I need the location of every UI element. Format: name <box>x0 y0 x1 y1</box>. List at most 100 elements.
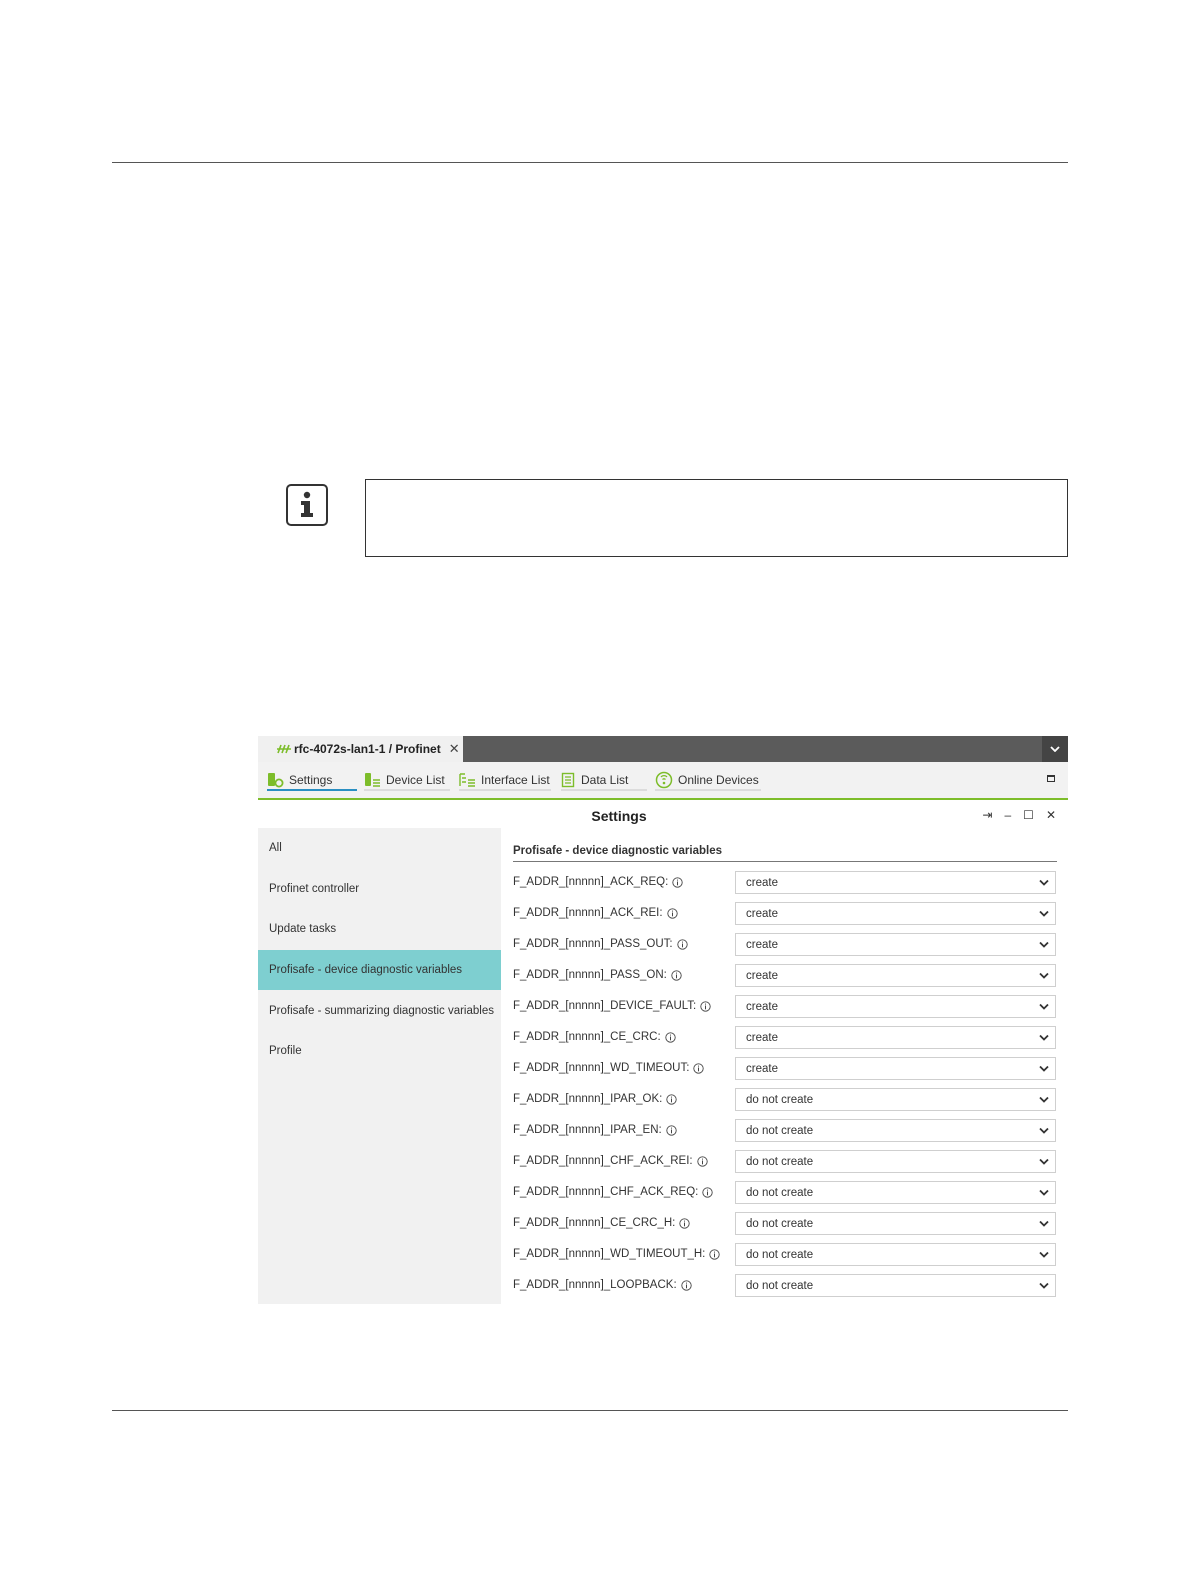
setting-select[interactable]: create <box>735 902 1056 925</box>
chevron-down-icon <box>1039 941 1049 948</box>
header-rule <box>112 162 1068 163</box>
setting-select-value: create <box>746 1062 778 1075</box>
setting-select[interactable]: create <box>735 871 1056 894</box>
info-circle-icon[interactable] <box>700 1000 711 1012</box>
setting-label-text: F_ADDR_[nnnnn]_PASS_ON: <box>513 969 667 981</box>
tab-settings[interactable]: Settings <box>267 771 357 791</box>
info-circle-icon[interactable] <box>666 1124 677 1136</box>
pin-icon[interactable]: ⇥ <box>982 808 992 822</box>
setting-select[interactable]: create <box>735 964 1056 987</box>
setting-label: F_ADDR_[nnnnn]_DEVICE_FAULT: <box>513 1000 711 1012</box>
sidebar-item-update-tasks[interactable]: Update tasks <box>258 909 501 950</box>
setting-select[interactable]: do not create <box>735 1088 1056 1111</box>
setting-label-text: F_ADDR_[nnnnn]_IPAR_OK: <box>513 1093 663 1105</box>
setting-label: F_ADDR_[nnnnn]_PASS_OUT: <box>513 938 688 950</box>
chevron-down-icon <box>1039 1003 1049 1010</box>
setting-select[interactable]: create <box>735 1026 1056 1049</box>
chevron-down-icon <box>1039 1065 1049 1072</box>
setting-label: F_ADDR_[nnnnn]_CE_CRC_H: <box>513 1217 691 1229</box>
tab-interface-list[interactable]: Interface List <box>459 771 551 791</box>
setting-label-text: F_ADDR_[nnnnn]_WD_TIMEOUT_H: <box>513 1248 706 1260</box>
chevron-down-icon <box>1039 1282 1049 1289</box>
setting-select-value: do not create <box>746 1186 814 1199</box>
sidebar-item-profisafe-device-diagnostic[interactable]: Profisafe - device diagnostic variables <box>258 949 501 991</box>
setting-select[interactable]: create <box>735 933 1056 956</box>
chevron-down-icon <box>1039 910 1049 917</box>
setting-select-value: create <box>746 876 778 889</box>
setting-select-value: do not create <box>746 1093 814 1106</box>
app-window: rfc-4072s-lan1-1 / Profinet ✕ Settings D… <box>258 736 1068 1304</box>
setting-select[interactable]: do not create <box>735 1243 1056 1266</box>
setting-label: F_ADDR_[nnnnn]_LOOPBACK: <box>513 1279 692 1291</box>
info-circle-icon[interactable] <box>666 1093 678 1105</box>
info-circle-icon[interactable] <box>672 876 683 888</box>
info-circle-icon[interactable] <box>680 1279 692 1291</box>
info-circle-icon[interactable] <box>679 1217 691 1229</box>
info-circle-icon[interactable] <box>702 1186 714 1198</box>
section-title: Profisafe - device diagnostic variables <box>513 845 1057 862</box>
tab-data-list[interactable]: Data List <box>561 771 647 791</box>
setting-select[interactable]: do not create <box>735 1274 1056 1297</box>
setting-select-value: do not create <box>746 1155 814 1168</box>
setting-select[interactable]: do not create <box>735 1150 1056 1173</box>
online-devices-icon <box>655 771 673 788</box>
sidebar-item-profisafe-summarizing-diagnostic[interactable]: Profisafe - summarizing diagnostic varia… <box>258 990 501 1031</box>
data-list-icon <box>561 772 575 787</box>
info-circle-icon[interactable] <box>709 1248 721 1260</box>
document-tab[interactable]: rfc-4072s-lan1-1 / Profinet ✕ <box>258 736 463 762</box>
restore-icon[interactable]: ☐ <box>1023 808 1034 822</box>
sidebar-item-all[interactable]: All <box>258 828 501 869</box>
tab-device-list[interactable]: Device List <box>364 771 450 791</box>
setting-row: F_ADDR_[nnnnn]_WD_TIMEOUT: create <box>513 1057 1057 1081</box>
setting-row: F_ADDR_[nnnnn]_IPAR_EN: do not create <box>513 1119 1057 1143</box>
setting-label: F_ADDR_[nnnnn]_ACK_REI: <box>513 907 678 919</box>
chevron-down-icon <box>1039 1158 1049 1165</box>
setting-label-text: F_ADDR_[nnnnn]_CHF_ACK_REI: <box>513 1155 693 1167</box>
minimize-icon[interactable]: – <box>1004 808 1011 822</box>
setting-row: F_ADDR_[nnnnn]_DEVICE_FAULT: create <box>513 995 1057 1019</box>
setting-label-text: F_ADDR_[nnnnn]_ACK_REI: <box>513 907 663 919</box>
setting-row: F_ADDR_[nnnnn]_CHF_ACK_REI: do not create <box>513 1150 1057 1174</box>
chevron-down-icon <box>1039 1251 1049 1258</box>
setting-label-text: F_ADDR_[nnnnn]_CHF_ACK_REQ: <box>513 1186 699 1198</box>
setting-select[interactable]: do not create <box>735 1181 1056 1204</box>
chevron-down-icon <box>1039 1096 1049 1103</box>
setting-row: F_ADDR_[nnnnn]_LOOPBACK: do not create <box>513 1274 1057 1298</box>
footer-rule <box>112 1410 1068 1411</box>
sidebar-item-profinet-controller[interactable]: Profinet controller <box>258 869 501 910</box>
setting-row: F_ADDR_[nnnnn]_ACK_REQ: create <box>513 871 1057 895</box>
close-icon[interactable]: ✕ <box>1046 808 1056 822</box>
setting-select[interactable]: create <box>735 1057 1056 1080</box>
info-circle-icon[interactable] <box>676 938 688 950</box>
setting-row: F_ADDR_[nnnnn]_WD_TIMEOUT_H: do not creat… <box>513 1243 1057 1267</box>
setting-row: F_ADDR_[nnnnn]_PASS_ON: create <box>513 964 1057 988</box>
info-circle-icon[interactable] <box>665 1031 676 1043</box>
tab-device-list-label: Device List <box>386 772 445 787</box>
info-circle-icon[interactable] <box>671 969 682 981</box>
setting-select-value: create <box>746 1031 778 1044</box>
setting-select[interactable]: do not create <box>735 1212 1056 1235</box>
info-circle-icon[interactable] <box>696 1155 708 1167</box>
setting-label-text: F_ADDR_[nnnnn]_IPAR_EN: <box>513 1124 662 1136</box>
chevron-down-icon[interactable] <box>1042 736 1068 762</box>
info-circle-icon[interactable] <box>693 1062 705 1074</box>
info-circle-icon[interactable] <box>666 907 678 919</box>
setting-row: F_ADDR_[nnnnn]_IPAR_OK: do not create <box>513 1088 1057 1112</box>
interface-list-icon <box>459 772 475 787</box>
setting-label-text: F_ADDR_[nnnnn]_WD_TIMEOUT: <box>513 1062 690 1074</box>
settings-icon <box>268 772 284 787</box>
maximize-icon[interactable] <box>1047 775 1055 782</box>
tab-interface-list-label: Interface List <box>481 772 550 787</box>
panel-header: Settings ⇥ – ☐ ✕ <box>258 802 1068 828</box>
close-icon[interactable]: ✕ <box>449 741 460 757</box>
setting-label: F_ADDR_[nnnnn]_PASS_ON: <box>513 969 682 981</box>
panel-window-controls: ⇥ – ☐ ✕ <box>982 808 1056 822</box>
setting-select[interactable]: do not create <box>735 1119 1056 1142</box>
setting-select[interactable]: create <box>735 995 1056 1018</box>
setting-label: F_ADDR_[nnnnn]_IPAR_EN: <box>513 1124 677 1136</box>
document-tab-title: rfc-4072s-lan1-1 / Profinet <box>294 742 441 756</box>
tab-online-devices[interactable]: Online Devices <box>655 771 761 791</box>
setting-row: F_ADDR_[nnnnn]_ACK_REI: create <box>513 902 1057 926</box>
sidebar-item-profile[interactable]: Profile <box>258 1031 501 1072</box>
setting-label: F_ADDR_[nnnnn]_CHF_ACK_REI: <box>513 1155 708 1167</box>
